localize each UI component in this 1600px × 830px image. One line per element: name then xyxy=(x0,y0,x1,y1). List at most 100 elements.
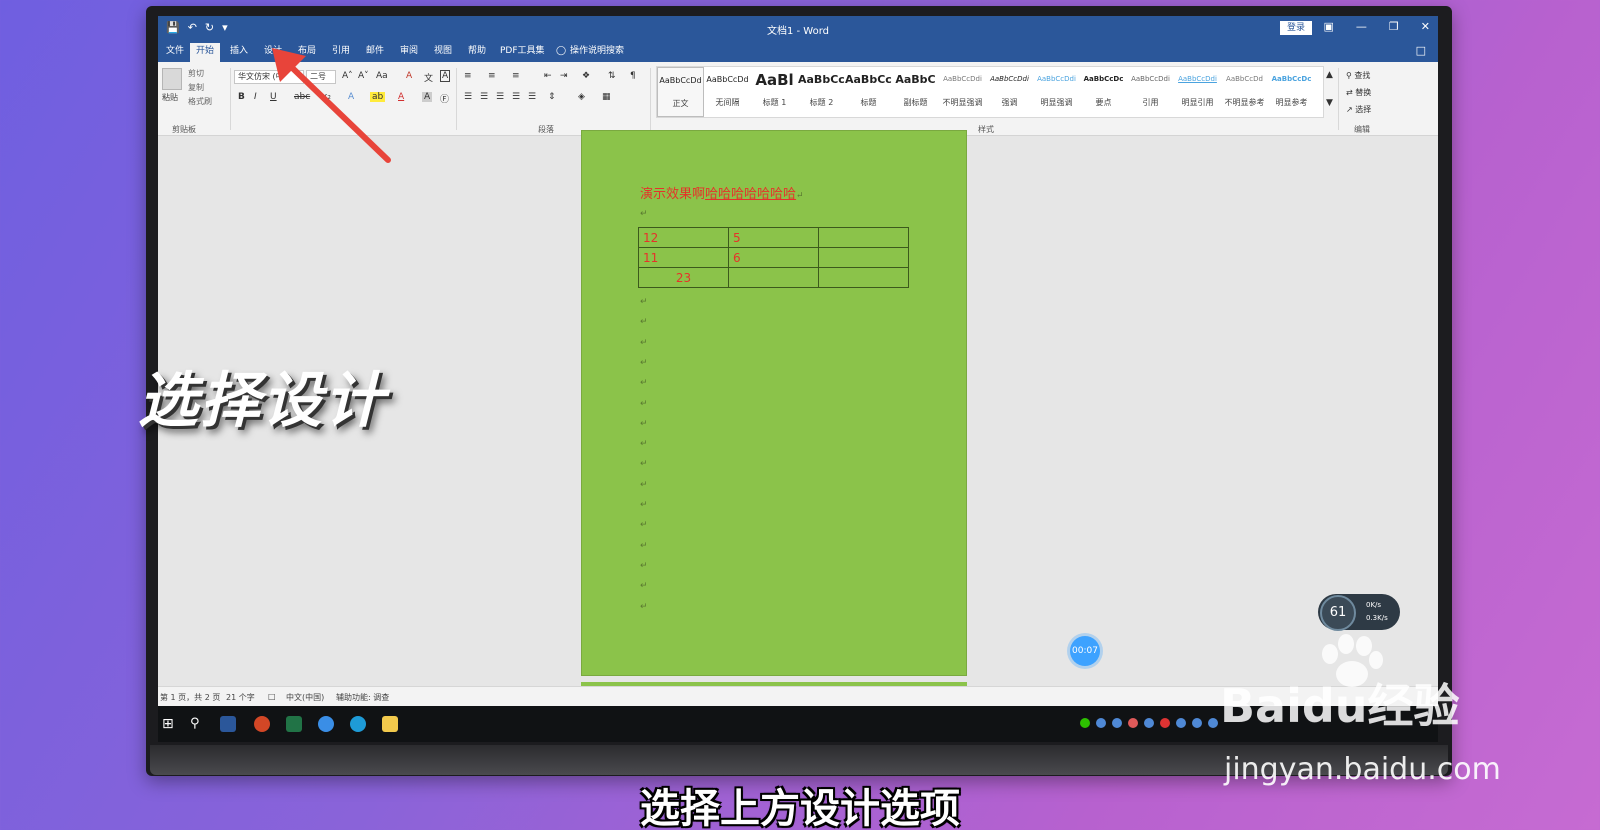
paste-button[interactable]: 粘贴 xyxy=(162,92,178,103)
file-explorer-icon[interactable] xyxy=(382,716,398,732)
search-icon[interactable]: ⚲ xyxy=(190,716,206,732)
tray-app-icon[interactable] xyxy=(1192,718,1202,728)
replace-icon: ⇄ xyxy=(1346,88,1356,97)
browser-app-icon[interactable] xyxy=(318,716,334,732)
table-cell[interactable]: 5 xyxy=(728,227,819,248)
styles-more-icon[interactable]: ▼ xyxy=(1326,98,1333,108)
tray-app-icon[interactable] xyxy=(1144,718,1154,728)
style-intense-reference[interactable]: AaBbCcDc 明显参考 xyxy=(1268,67,1315,117)
char-shading-icon[interactable]: A xyxy=(422,92,433,102)
tab-pdf-tools[interactable]: PDF工具集 xyxy=(494,44,551,62)
tab-view[interactable]: 视图 xyxy=(428,44,458,62)
powerpoint-app-icon[interactable] xyxy=(254,716,270,732)
style-subtle-emphasis[interactable]: AaBbCcDdi 不明显强调 xyxy=(939,67,986,117)
table-cell[interactable] xyxy=(818,227,909,248)
style-intense-emphasis[interactable]: AaBbCcDdi 明显强调 xyxy=(1033,67,1080,117)
copy-button[interactable]: 复制 xyxy=(188,82,204,93)
style-quote[interactable]: AaBbCcDdi 引用 xyxy=(1127,67,1174,117)
style-intense-quote[interactable]: AaBbCcDdi 明显引用 xyxy=(1174,67,1221,117)
style-subtitle[interactable]: AaBbC 副标题 xyxy=(892,67,939,117)
tray-wechat-icon[interactable] xyxy=(1080,718,1090,728)
tray-app-icon[interactable] xyxy=(1208,718,1218,728)
edge-app-icon[interactable] xyxy=(350,716,366,732)
close-icon[interactable]: ✕ xyxy=(1421,20,1430,33)
tab-help[interactable]: 帮助 xyxy=(462,44,492,62)
ribbon-display-icon[interactable]: ▣ xyxy=(1324,20,1334,33)
table-cell[interactable] xyxy=(818,247,909,268)
paste-icon[interactable] xyxy=(162,68,182,90)
find-button[interactable]: ⚲ 查找 xyxy=(1346,70,1371,81)
minimize-icon[interactable]: — xyxy=(1356,20,1367,33)
style-subtle-reference[interactable]: AaBbCcDd 不明显参考 xyxy=(1221,67,1268,117)
cursor-icon: ↗ xyxy=(1346,105,1356,114)
tab-file[interactable]: 文件 xyxy=(160,44,190,62)
format-painter-button[interactable]: 格式刷 xyxy=(188,96,212,107)
table-cell[interactable] xyxy=(728,267,819,288)
char-border-icon[interactable]: A xyxy=(440,70,451,82)
document-heading[interactable]: 演示效果啊哈哈哈哈哈哈哈↵ xyxy=(640,183,804,202)
chinese-layout-icon[interactable]: ❖ xyxy=(582,71,590,81)
phonetic-guide-icon[interactable]: 文 xyxy=(424,71,433,84)
table-cell[interactable]: 23 xyxy=(638,267,729,288)
tray-shield-icon[interactable] xyxy=(1096,718,1106,728)
table-cell[interactable]: 6 xyxy=(728,247,819,268)
windows-start-icon[interactable]: ⊞ xyxy=(162,716,178,732)
align-left-icon[interactable]: ☰ xyxy=(464,92,472,102)
excel-app-icon[interactable] xyxy=(286,716,302,732)
style-title[interactable]: AaBbCcl 标题 xyxy=(845,67,892,117)
cut-button[interactable]: 剪切 xyxy=(188,68,204,79)
table-row: 12 5 xyxy=(638,227,909,248)
shading-icon[interactable]: ◈ xyxy=(578,92,585,102)
word-count[interactable]: 21 个字 xyxy=(226,692,255,703)
align-right-icon[interactable]: ☰ xyxy=(496,92,504,102)
tray-app-icon[interactable] xyxy=(1160,718,1170,728)
callout-text: 选择设计 xyxy=(138,366,386,436)
multilevel-list-icon[interactable]: ≡ xyxy=(512,71,520,81)
table-cell[interactable]: 11 xyxy=(638,247,729,268)
accessibility-status[interactable]: 辅助功能: 调查 xyxy=(336,692,389,703)
page-count[interactable]: 第 1 页，共 2 页 xyxy=(160,692,220,703)
bullets-icon[interactable]: ≡ xyxy=(464,71,472,81)
style-heading-2[interactable]: AaBbCcl 标题 2 xyxy=(798,67,845,117)
style-emphasis[interactable]: AaBbCcDdi 强调 xyxy=(986,67,1033,117)
tray-app-icon[interactable] xyxy=(1112,718,1122,728)
style-no-spacing[interactable]: AaBbCcDd 无间隔 xyxy=(704,67,751,117)
style-normal[interactable]: AaBbCcDd 正文 xyxy=(657,67,704,117)
tray-app-icon[interactable] xyxy=(1176,718,1186,728)
select-button[interactable]: ↗ 选择 xyxy=(1346,104,1371,115)
show-marks-icon[interactable]: ¶ xyxy=(630,71,636,81)
borders-icon[interactable]: ▦ xyxy=(602,92,611,102)
language-indicator[interactable]: 中文(中国) xyxy=(286,692,324,703)
table-cell[interactable]: 12 xyxy=(638,227,729,248)
table-cell[interactable] xyxy=(818,267,909,288)
document-table[interactable]: 12 5 11 6 23 xyxy=(638,227,909,288)
replace-button[interactable]: ⇄ 替换 xyxy=(1346,87,1371,98)
distributed-icon[interactable]: ☰ xyxy=(528,92,536,102)
network-monitor-widget[interactable]: 61 0K/s 0.3K/s xyxy=(1318,594,1400,631)
numbering-icon[interactable]: ≡ xyxy=(488,71,496,81)
line-spacing-icon[interactable]: ⇕ xyxy=(548,92,556,102)
style-heading-1[interactable]: AaBl 标题 1 xyxy=(751,67,798,117)
justify-icon[interactable]: ☰ xyxy=(512,92,520,102)
enclose-char-icon[interactable]: Ⓕ xyxy=(440,92,449,105)
recording-timer[interactable]: 00:07 xyxy=(1070,636,1100,666)
align-center-icon[interactable]: ☰ xyxy=(480,92,488,102)
tab-insert[interactable]: 插入 xyxy=(224,44,254,62)
italic-icon[interactable]: I xyxy=(254,92,257,102)
login-button[interactable]: 登录 xyxy=(1280,21,1312,35)
tray-app-icon[interactable] xyxy=(1128,718,1138,728)
comments-icon[interactable]: □ xyxy=(1416,44,1426,57)
increase-indent-icon[interactable]: ⇥ xyxy=(560,71,568,81)
decrease-indent-icon[interactable]: ⇤ xyxy=(544,71,552,81)
proofing-icon[interactable]: □ xyxy=(268,692,276,701)
tab-home[interactable]: 开始 xyxy=(190,43,221,62)
bold-icon[interactable]: B xyxy=(238,92,245,102)
word-app-icon[interactable] xyxy=(220,716,236,732)
tell-me-search[interactable]: 操作说明搜索 xyxy=(564,44,630,62)
sort-icon[interactable]: ⇅ xyxy=(608,71,616,81)
style-strong[interactable]: AaBbCcDc 要点 xyxy=(1080,67,1127,117)
maximize-icon[interactable]: ❐ xyxy=(1389,20,1399,33)
styles-scroll-icon[interactable]: ▲ xyxy=(1326,70,1333,80)
clear-format-icon[interactable]: A xyxy=(406,71,412,81)
document-page[interactable]: 演示效果啊哈哈哈哈哈哈哈↵ ↵ 12 5 11 6 23 ↵ ↵ ↵ ↵ ↵ ↵ ↵ ↵ ↵ ↵ ↵… xyxy=(581,130,967,676)
